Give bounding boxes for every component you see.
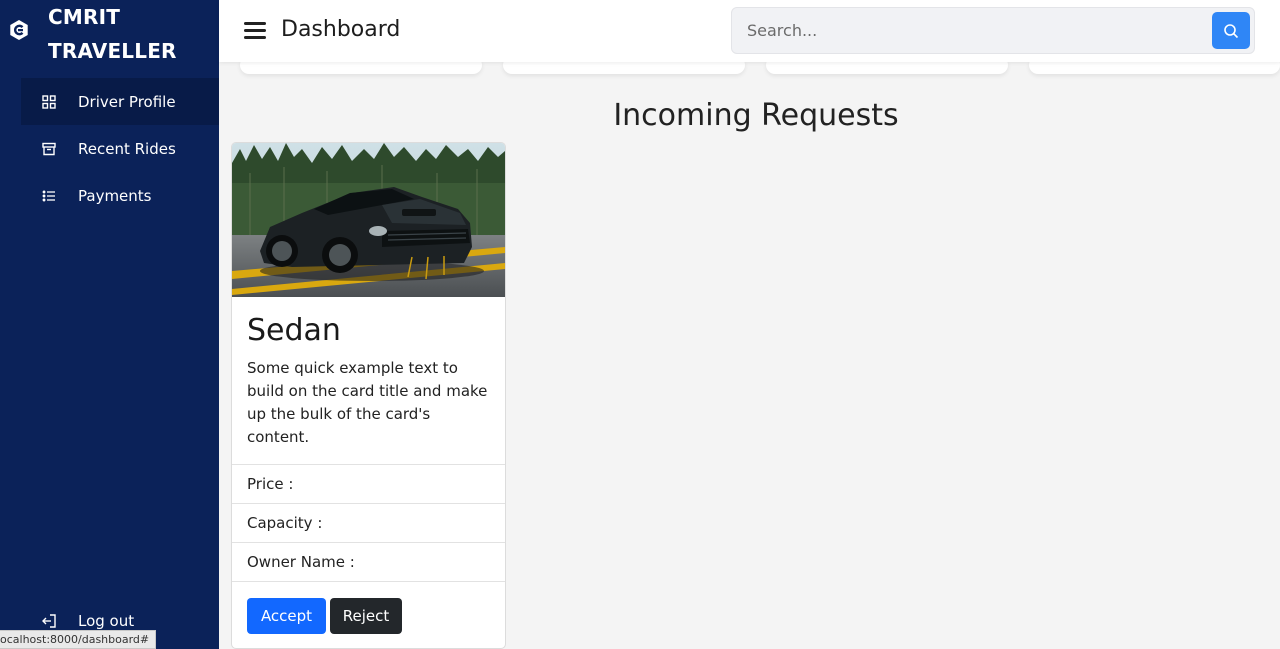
- sidebar-item-label: Recent Rides: [78, 139, 176, 158]
- reject-button[interactable]: Reject: [330, 598, 402, 634]
- search-icon: [1224, 23, 1239, 38]
- brand-name-line2: TRAVELLER: [48, 39, 177, 63]
- sidebar-nav: Driver Profile Recent Rides Payments: [21, 78, 219, 219]
- logout-icon: [41, 613, 57, 629]
- sidebar-item-label: Payments: [78, 186, 152, 205]
- accept-button[interactable]: Accept: [247, 598, 326, 634]
- sidebar-item-payments[interactable]: Payments: [21, 172, 219, 219]
- logout-button[interactable]: Log out: [41, 612, 134, 630]
- menu-toggle-icon[interactable]: [244, 20, 266, 40]
- top-header: Dashboard: [219, 0, 1280, 62]
- archive-icon: [41, 141, 57, 157]
- list-icon: [41, 188, 57, 204]
- brand[interactable]: CMRIT TRAVELLER: [0, 0, 219, 64]
- card-footer: Accept Reject: [232, 581, 505, 648]
- browser-status-url: ocalhost:8000/dashboard#: [0, 630, 157, 649]
- section-title: Incoming Requests: [613, 98, 899, 133]
- brand-logo-icon: [10, 20, 28, 40]
- card-title: Sedan: [247, 313, 341, 348]
- logout-label: Log out: [78, 612, 135, 630]
- card-image: [232, 143, 505, 297]
- request-card: Sedan Some quick example text to build o…: [231, 142, 506, 649]
- search-button[interactable]: [1212, 12, 1250, 49]
- search-bar: [731, 7, 1255, 54]
- sidebar: CMRIT TRAVELLER Driver Profile Recent Ri…: [0, 0, 219, 649]
- capacity-field: Capacity :: [232, 503, 505, 542]
- brand-name-line1: CMRIT: [48, 5, 121, 29]
- sidebar-item-recent-rides[interactable]: Recent Rides: [21, 125, 219, 172]
- sidebar-item-driver-profile[interactable]: Driver Profile: [21, 78, 219, 125]
- owner-name-field: Owner Name :: [232, 542, 505, 581]
- price-field: Price :: [232, 464, 505, 503]
- grid-icon: [41, 94, 57, 110]
- search-input[interactable]: [732, 8, 1202, 53]
- card-description: Some quick example text to build on the …: [247, 359, 488, 446]
- page-title: Dashboard: [281, 17, 401, 42]
- sidebar-item-label: Driver Profile: [78, 92, 176, 111]
